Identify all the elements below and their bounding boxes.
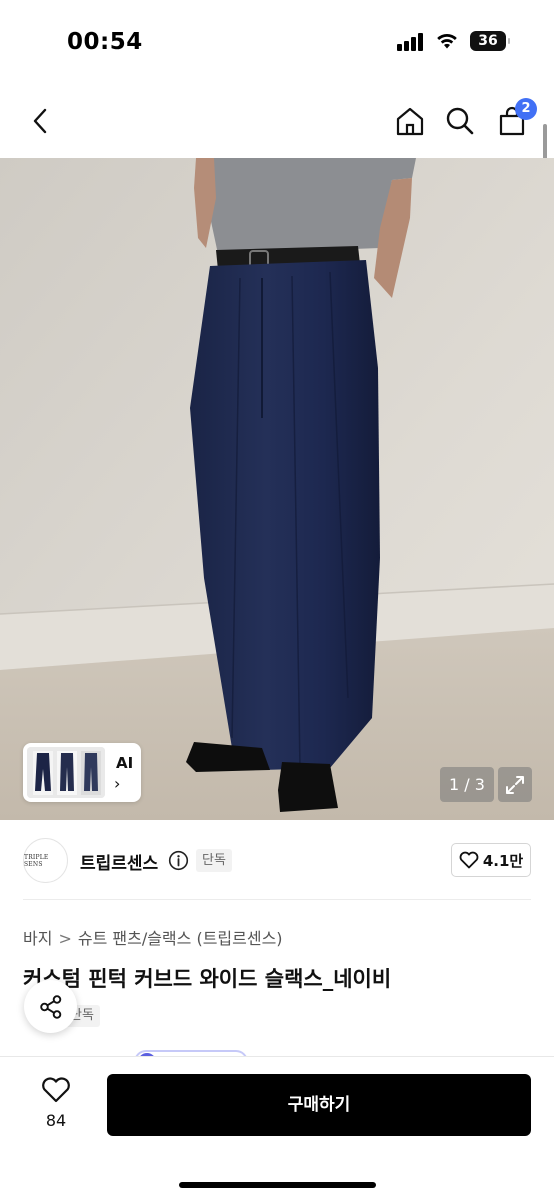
shop-name[interactable]: 트립르센스 — [80, 849, 158, 874]
product-title: 커스텀 핀턱 커브드 와이드 슬랙스_네이비 — [23, 967, 392, 991]
search-icon — [446, 107, 474, 135]
home-icon — [396, 107, 424, 136]
chevron-right-icon: › — [114, 774, 121, 793]
share-icon — [39, 994, 61, 1019]
status-bar: 00:54 36 — [0, 0, 554, 84]
heart-icon — [42, 1077, 70, 1103]
expand-icon — [506, 775, 524, 794]
exclusive-badge: 단독 — [196, 849, 232, 872]
cellular-signal-icon — [397, 33, 423, 51]
category-breadcrumb: 바지 > 슈트 팬츠/슬랙스 (트립르센스) — [23, 925, 283, 949]
cart-count-badge: 2 — [515, 98, 537, 120]
shop-like-count: 4.1만 — [482, 851, 524, 870]
breadcrumb-item[interactable]: 바지 — [23, 929, 52, 948]
info-icon[interactable] — [168, 850, 189, 871]
wifi-icon — [437, 33, 457, 49]
battery-indicator: 36 — [470, 31, 510, 51]
buy-button[interactable]: 구매하기 — [107, 1074, 531, 1136]
image-page-counter: 1 / 3 — [440, 767, 494, 802]
shop-like-button[interactable]: 4.1만 — [451, 843, 531, 877]
ai-style-recommend-card[interactable]: AI › — [23, 743, 141, 802]
wishlist-count: 84 — [45, 1111, 67, 1130]
top-navigation-bar: 2 — [0, 84, 554, 158]
status-time: 00:54 — [67, 29, 143, 55]
back-button[interactable] — [20, 101, 60, 141]
expand-image-button[interactable] — [498, 767, 532, 802]
search-button[interactable] — [440, 101, 480, 141]
shop-logo[interactable]: TRIPLE SENS — [23, 838, 68, 883]
share-button[interactable] — [24, 980, 77, 1033]
similar-products-thumbnail — [27, 747, 105, 798]
wishlist-button[interactable]: 84 — [30, 1077, 82, 1137]
breadcrumb-separator: > — [58, 929, 72, 948]
bottom-purchase-bar: 84 구매하기 — [0, 1056, 554, 1200]
section-divider — [23, 899, 531, 900]
cart-button[interactable]: 2 — [492, 98, 537, 141]
breadcrumb-item[interactable]: 슈트 팬츠/슬랙스 (트립르센스) — [78, 929, 283, 948]
ai-label: AI — [116, 754, 134, 772]
product-image-gallery[interactable] — [0, 158, 554, 820]
heart-icon — [459, 851, 479, 869]
chevron-left-icon — [33, 108, 47, 134]
product-photo — [0, 158, 554, 820]
home-indicator — [179, 1182, 376, 1188]
home-button[interactable] — [390, 101, 430, 141]
